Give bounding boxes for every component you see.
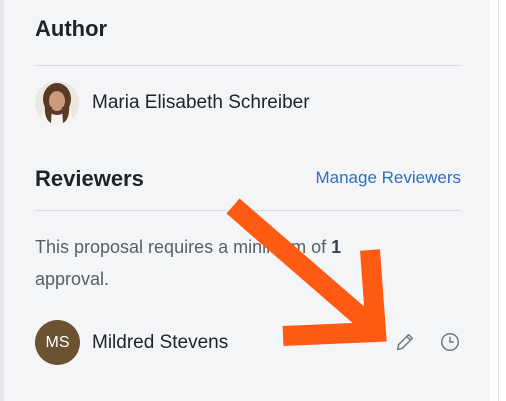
approval-requirement-text: This proposal requires a minimum of 1 ap… [35, 231, 455, 295]
reviewer-name: Mildred Stevens [92, 331, 229, 353]
author-name: Maria Elisabeth Schreiber [92, 92, 310, 113]
pencil-icon[interactable] [393, 330, 417, 354]
left-panel-edge [0, 0, 4, 401]
reviewer-row: MS Mildred Stevens [35, 320, 228, 365]
requirement-prefix: This proposal requires a minimum of [35, 237, 332, 257]
author-avatar [35, 81, 79, 125]
reviewers-divider [35, 210, 461, 211]
clock-icon[interactable] [438, 330, 462, 354]
requirement-count: 1 [331, 237, 342, 257]
reviewers-heading: Reviewers [35, 166, 144, 191]
reviewer-avatar: MS [35, 320, 80, 365]
right-panel-edge [490, 0, 506, 401]
author-row: Maria Elisabeth Schreiber [35, 80, 310, 126]
requirement-suffix: approval. [35, 269, 110, 289]
author-heading: Author [35, 16, 108, 41]
manage-reviewers-link[interactable]: Manage Reviewers [315, 168, 461, 188]
author-divider [35, 65, 461, 66]
